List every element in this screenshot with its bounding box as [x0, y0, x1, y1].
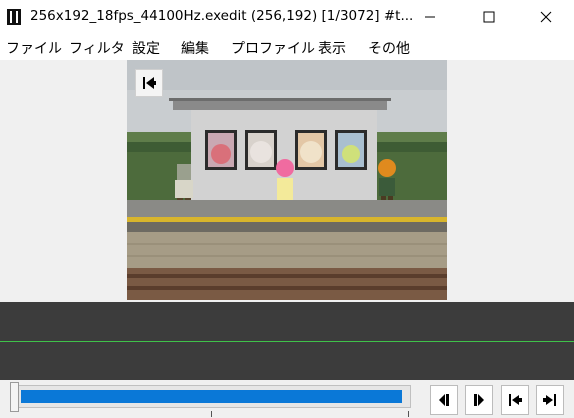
jump-to-end-button[interactable]	[536, 385, 564, 415]
seek-tick	[408, 411, 409, 417]
prev-frame-button[interactable]	[430, 385, 458, 415]
seek-tick	[211, 411, 212, 417]
minimize-button[interactable]	[407, 0, 453, 33]
timeline-cursor-line	[0, 341, 574, 342]
jump-to-start-button[interactable]	[501, 385, 529, 415]
menu-view[interactable]: 表示	[318, 38, 346, 58]
seek-thumb[interactable]	[10, 382, 19, 412]
seek-bar[interactable]	[16, 385, 411, 408]
menu-other[interactable]: その他	[368, 38, 410, 58]
menu-bar: ファイル フィルタ 設定 編集 プロファイル 表示 その他	[0, 33, 574, 60]
window-title: 256x192_18fps_44100Hz.exedit (256,192) […	[30, 8, 414, 24]
menu-filter[interactable]: フィルタ	[69, 38, 125, 58]
title-bar: 256x192_18fps_44100Hz.exedit (256,192) […	[0, 0, 574, 33]
menu-file[interactable]: ファイル	[6, 38, 62, 58]
minimize-icon	[425, 16, 435, 17]
preview-image	[127, 60, 447, 300]
prev-frame-icon	[439, 394, 449, 406]
close-icon	[540, 11, 552, 22]
next-frame-button[interactable]	[465, 385, 493, 415]
maximize-button[interactable]	[466, 0, 512, 33]
close-button[interactable]	[523, 0, 569, 33]
jump-to-start-overlay-button[interactable]	[135, 69, 163, 97]
menu-settings[interactable]: 設定	[132, 38, 160, 58]
jump-to-start-icon	[143, 77, 156, 89]
menu-profile[interactable]: プロファイル	[231, 38, 315, 58]
jump-to-start-icon	[509, 394, 522, 406]
seek-progress	[21, 390, 402, 403]
film-icon[interactable]	[7, 9, 21, 25]
next-frame-icon	[474, 394, 484, 406]
menu-edit[interactable]: 編集	[181, 38, 209, 58]
maximize-icon	[483, 11, 495, 22]
jump-to-end-icon	[543, 394, 556, 406]
